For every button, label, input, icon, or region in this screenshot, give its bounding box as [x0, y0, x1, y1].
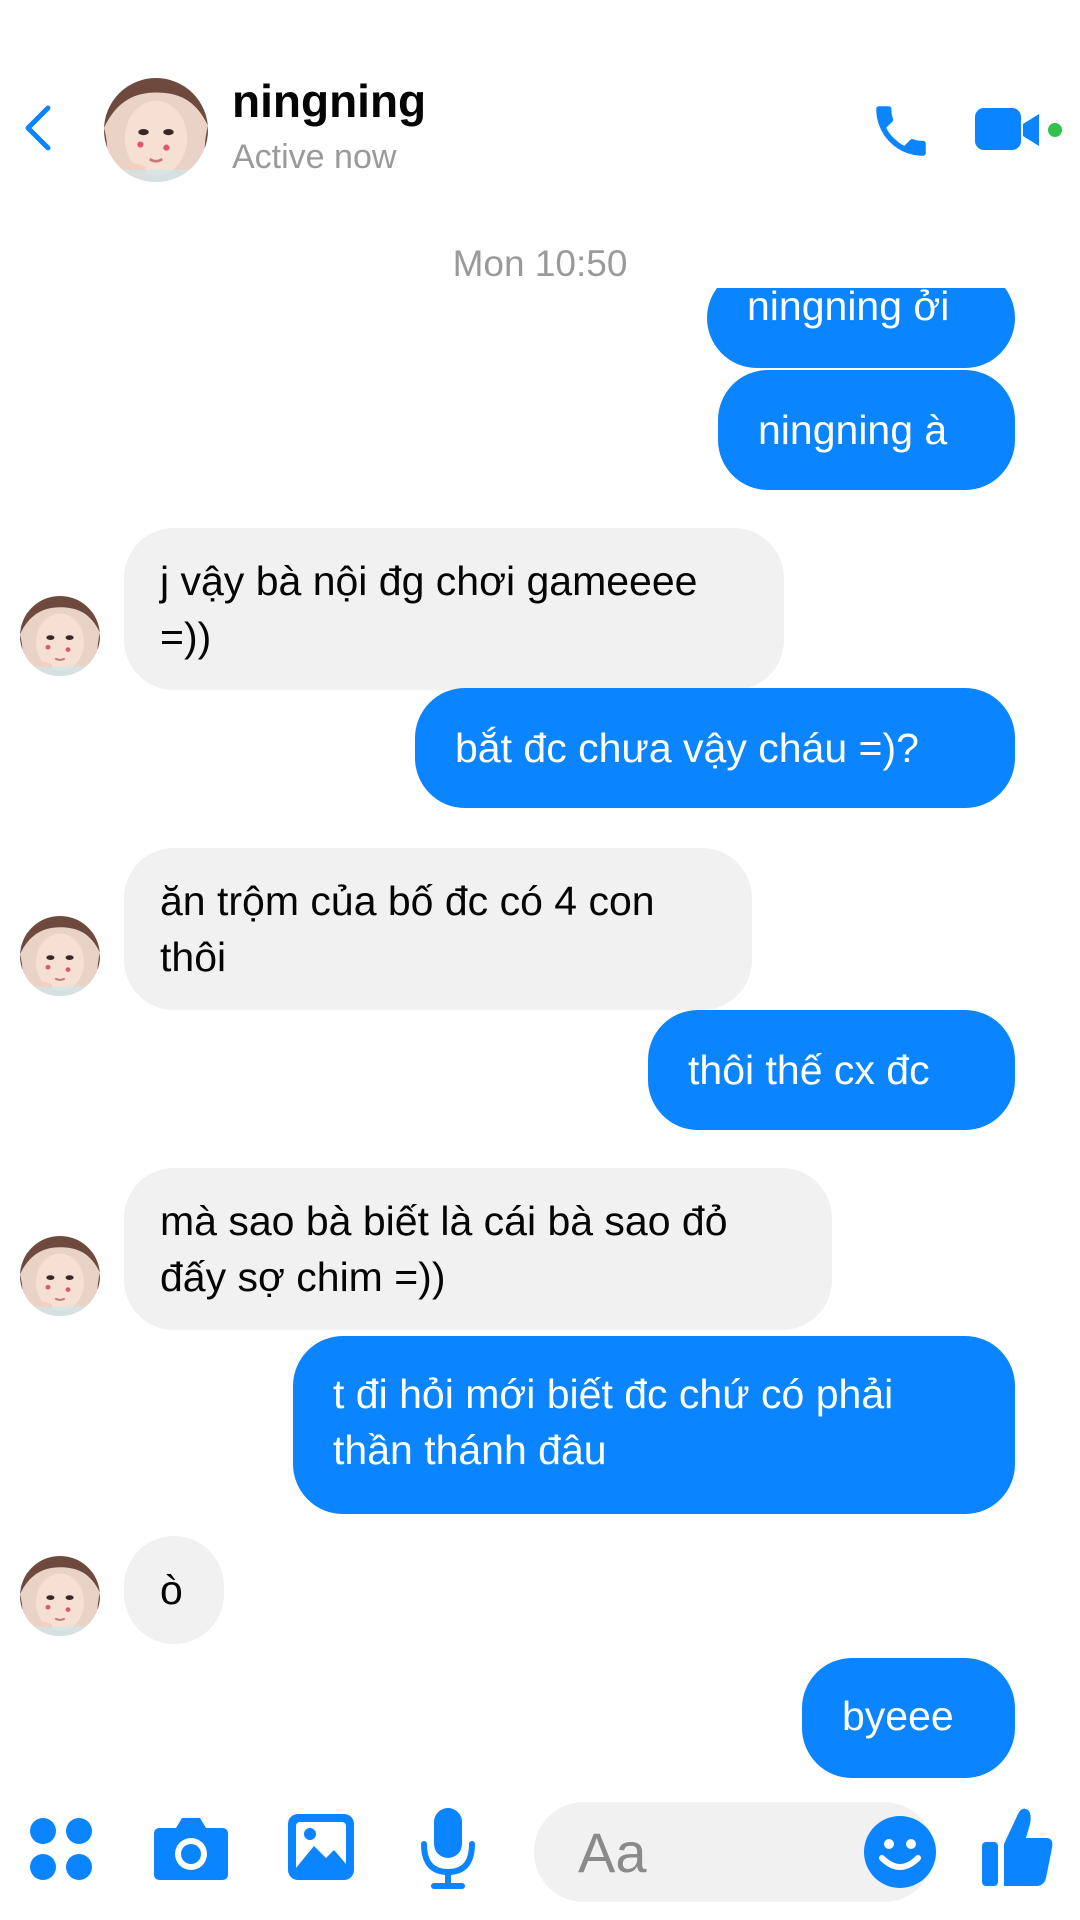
message-composer: Aa [0, 1790, 1080, 1920]
message-text: ò [160, 1567, 183, 1613]
outgoing-message[interactable]: bắt đc chưa vậy cháu =)? [415, 688, 1015, 808]
outgoing-message[interactable]: byeee [802, 1658, 1015, 1778]
message-text: bắt đc chưa vậy cháu =)? [455, 725, 919, 771]
sender-avatar[interactable] [20, 1236, 100, 1316]
phone-icon [876, 106, 926, 156]
outgoing-message[interactable]: ningning à [718, 370, 1015, 490]
message-list[interactable]: ningning ởi ningning à j vậy bà nội đg c… [0, 288, 1080, 1808]
video-camera-icon [975, 108, 1062, 150]
active-status: Active now [232, 138, 397, 176]
emoji-button[interactable] [862, 1814, 938, 1890]
message-text: thôi thế cx đc [688, 1047, 930, 1093]
incoming-message[interactable]: ò [124, 1536, 224, 1644]
contact-avatar[interactable] [104, 78, 208, 182]
online-dot [1048, 123, 1062, 137]
outgoing-message[interactable]: thôi thế cx đc [648, 1010, 1015, 1130]
sender-avatar[interactable] [20, 1556, 100, 1636]
video-call-button[interactable] [975, 102, 1065, 158]
message-text: mà sao bà biết là cái bà sao đỏ đấy sợ c… [160, 1198, 728, 1300]
chat-header: ningning Active now [0, 0, 1080, 200]
outgoing-message[interactable]: ningning ởi [707, 288, 1015, 368]
conversation-timestamp: Mon 10:50 [0, 240, 1080, 288]
message-text: ningning à [758, 407, 948, 453]
camera-icon [154, 1818, 228, 1880]
audio-call-button[interactable] [868, 98, 934, 164]
incoming-message[interactable]: j vậy bà nội đg chơi gameeee =)) [124, 528, 784, 690]
message-input-placeholder: Aa [578, 1821, 647, 1884]
message-text: j vậy bà nội đg chơi gameeee =)) [160, 558, 698, 660]
thumbs-up-icon [982, 1808, 1053, 1886]
back-chevron-icon [25, 105, 51, 151]
message-text: byeee [842, 1693, 954, 1739]
apps-grid-icon [30, 1818, 92, 1880]
message-text: ningning ởi [747, 288, 950, 329]
emoji-icon [864, 1816, 936, 1888]
back-button[interactable] [18, 100, 58, 156]
gallery-button[interactable] [286, 1812, 356, 1882]
incoming-message[interactable]: mà sao bà biết là cái bà sao đỏ đấy sợ c… [124, 1168, 832, 1330]
contact-name[interactable]: ningning [232, 74, 426, 128]
gallery-icon [288, 1814, 354, 1880]
incoming-message[interactable]: ăn trộm của bố đc có 4 con thôi [124, 848, 752, 1010]
microphone-icon [421, 1808, 475, 1889]
camera-button[interactable] [152, 1812, 230, 1882]
outgoing-message[interactable]: t đi hỏi mới biết đc chứ có phải thần th… [293, 1336, 1015, 1514]
message-text: t đi hỏi mới biết đc chứ có phải thần th… [333, 1371, 894, 1473]
sender-avatar[interactable] [20, 596, 100, 676]
message-input[interactable]: Aa [534, 1802, 936, 1902]
message-text: ăn trộm của bố đc có 4 con thôi [160, 878, 655, 980]
sender-avatar[interactable] [20, 916, 100, 996]
like-button[interactable] [980, 1804, 1056, 1890]
apps-button[interactable] [28, 1816, 94, 1882]
voice-message-button[interactable] [420, 1806, 476, 1890]
